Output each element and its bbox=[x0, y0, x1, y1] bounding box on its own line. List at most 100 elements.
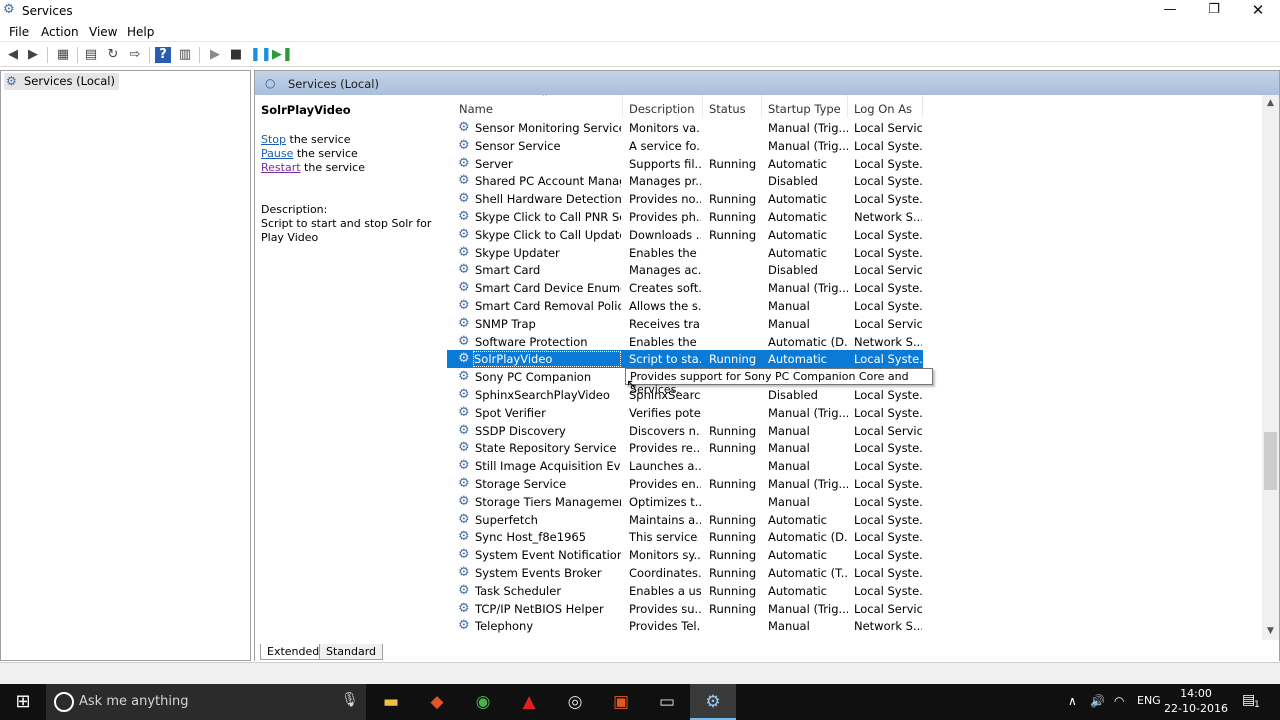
table-row[interactable]: ⚙ System Event Notification S... Monitors … bbox=[447, 546, 923, 564]
restart-link[interactable]: Restart bbox=[261, 161, 301, 174]
menu-action[interactable]: Action bbox=[41, 25, 79, 39]
table-row[interactable]: ⚙ Telephony Provides Tel... Manual Network S… bbox=[447, 617, 923, 635]
file-explorer-icon[interactable]: ▬ bbox=[368, 684, 414, 720]
scroll-up-icon[interactable]: ▲ bbox=[1262, 95, 1279, 112]
table-row[interactable]: ⚙ Superfetch Maintains a... Running Automati… bbox=[447, 511, 923, 529]
forward-arrow-icon[interactable]: ▶ bbox=[25, 47, 41, 63]
minimize-button[interactable]: — bbox=[1148, 0, 1192, 22]
table-row[interactable]: ⚙ Smart Card Manages ac... Disabled Local Se… bbox=[447, 261, 923, 279]
table-row[interactable]: ⚙SphinxSearchPlayVideoSphinxSearc...Disa… bbox=[447, 386, 923, 404]
column-header-log-on-as[interactable]: Log On As bbox=[848, 95, 923, 117]
service-gear-icon: ⚙ bbox=[458, 529, 470, 545]
search-placeholder: Ask me anything bbox=[79, 694, 189, 709]
table-row[interactable]: ⚙ SNMP Trap Receives tra... Manual Local Ser… bbox=[447, 315, 923, 333]
github-desktop-icon[interactable]: ◎ bbox=[552, 684, 598, 720]
pause-link[interactable]: Pause bbox=[261, 147, 293, 160]
wifi-icon[interactable]: ◠ bbox=[1114, 694, 1124, 708]
service-name: Sync Host_f8e1965 bbox=[475, 530, 587, 545]
table-row[interactable]: ⚙ System Events Broker Coordinates... Runni… bbox=[447, 564, 923, 582]
scrollbar-thumb[interactable] bbox=[1264, 432, 1277, 490]
service-status: Running bbox=[709, 583, 757, 598]
cortana-search-box[interactable]: Ask me anything 🎙 bbox=[46, 684, 366, 720]
menu-view[interactable]: View bbox=[89, 25, 117, 39]
close-button[interactable]: ✕ bbox=[1236, 0, 1280, 22]
show-hide-console-tree-icon[interactable]: ▦ bbox=[55, 47, 71, 63]
table-row[interactable]: ⚙ Skype Click to Call Updater Downloads ..… bbox=[447, 226, 923, 244]
volume-icon[interactable]: 🔊 bbox=[1090, 694, 1105, 708]
properties-icon[interactable]: ▤ bbox=[83, 47, 99, 63]
table-row[interactable]: ⚙ TCP/IP NetBIOS Helper Provides su... Runn… bbox=[447, 600, 923, 618]
menu-help[interactable]: Help bbox=[127, 25, 154, 39]
restart-action-line: Restart the service bbox=[261, 161, 365, 174]
clock[interactable]: 14:00 22-10-2016 bbox=[1164, 686, 1228, 716]
stop-link[interactable]: Stop bbox=[261, 133, 286, 146]
table-row[interactable]: ⚙ Task Scheduler Enables a us... Running Aut… bbox=[447, 582, 923, 600]
service-gear-icon: ⚙ bbox=[458, 493, 470, 509]
help-icon[interactable]: ? bbox=[155, 47, 171, 63]
windows-start-icon[interactable]: ⊞ bbox=[0, 684, 46, 720]
table-row[interactable]: ⚙ Sensor Service A service fo... Manual (Tr… bbox=[447, 137, 923, 155]
table-row[interactable]: ⚙ Storage Tiers Management Optimizes t... M… bbox=[447, 493, 923, 511]
intellij-icon[interactable]: ▣ bbox=[598, 684, 644, 720]
service-gear-icon: ⚙ bbox=[458, 137, 470, 153]
service-startup-type: Automatic bbox=[768, 192, 827, 207]
table-row[interactable]: ⚙ Spot Verifier Verifies pote... Manual (Tr… bbox=[447, 404, 923, 422]
table-row[interactable]: ⚙ Skype Click to Call PNR Ser... Provides … bbox=[447, 208, 923, 226]
table-row[interactable]: ⚙ Smart Card Device Enumera... Creates sof… bbox=[447, 279, 923, 297]
table-row[interactable]: ⚙ SSDP Discovery Discovers n... Running Manu… bbox=[447, 422, 923, 440]
service-startup-type: Automatic bbox=[768, 209, 827, 224]
table-row[interactable]: ⚙ Smart Card Removal Policy Allows the s..… bbox=[447, 297, 923, 315]
tree-item-services-local[interactable]: ⚙ Services (Local) bbox=[4, 73, 119, 90]
back-arrow-icon[interactable]: ◀ bbox=[5, 47, 21, 63]
table-row[interactable]: ⚙ Software Protection Enables the ... Autom… bbox=[447, 333, 923, 351]
extended-description-panel: SolrPlayVideo Stop the service Pause the… bbox=[255, 95, 445, 640]
chrome-icon[interactable]: ◉ bbox=[460, 684, 506, 720]
column-header-description[interactable]: Description bbox=[623, 95, 703, 117]
maximize-button[interactable]: ❐ bbox=[1192, 0, 1236, 22]
table-row[interactable]: ⚙SolrPlayVideo Script to sta... Running Aut… bbox=[447, 350, 923, 369]
service-gear-icon: ⚙ bbox=[458, 440, 470, 456]
service-name: Smart Card Removal Policy bbox=[475, 298, 621, 313]
tab-extended[interactable]: Extended bbox=[260, 644, 327, 660]
taskbar: ⊞ Ask me anything 🎙 ▬ ◆ ◉ ▲ ◎ ▣ ▭ ⚙ ∧ 🔊 … bbox=[0, 684, 1280, 720]
service-description: Manages ac... bbox=[629, 263, 701, 278]
command-prompt-icon[interactable]: ▭ bbox=[644, 684, 690, 720]
service-startup-type: Automatic bbox=[768, 583, 827, 598]
show-hide-action-pane-icon[interactable]: ▥ bbox=[177, 47, 193, 63]
language-indicator[interactable]: ENG bbox=[1137, 694, 1161, 707]
microphone-icon[interactable]: 🎙 bbox=[341, 692, 359, 708]
table-row[interactable]: ⚙ State Repository Service Provides re... R… bbox=[447, 439, 923, 457]
git-icon[interactable]: ◆ bbox=[414, 684, 460, 720]
acrobat-icon[interactable]: ▲ bbox=[506, 684, 552, 720]
vertical-scrollbar[interactable]: ▲ ▼ bbox=[1262, 95, 1279, 640]
service-log-on-as: Local Syste... bbox=[854, 476, 922, 491]
service-name: System Events Broker bbox=[475, 565, 602, 580]
restart-service-icon[interactable]: ▶❚ bbox=[272, 47, 293, 63]
table-row[interactable]: ⚙ Sensor Monitoring Service Monitors va...… bbox=[447, 119, 923, 137]
pause-service-icon[interactable]: ❚❚ bbox=[250, 47, 272, 63]
show-hidden-icons-icon[interactable]: ∧ bbox=[1068, 694, 1077, 708]
stop-service-icon[interactable]: ■ bbox=[228, 47, 244, 63]
tab-standard[interactable]: Standard bbox=[319, 644, 384, 660]
service-log-on-as: Local Syste... bbox=[854, 281, 922, 296]
scroll-down-icon[interactable]: ▼ bbox=[1262, 623, 1279, 640]
service-description: Monitors sy... bbox=[629, 548, 701, 563]
services-taskbar-icon[interactable]: ⚙ bbox=[690, 684, 736, 720]
column-header-status[interactable]: Status bbox=[703, 95, 762, 117]
refresh-icon[interactable]: ↻ bbox=[105, 47, 121, 63]
menu-file[interactable]: File bbox=[9, 25, 29, 39]
service-description: Allows the s... bbox=[629, 298, 701, 313]
description-text: Script to start and stop Solr for Play V… bbox=[261, 217, 432, 244]
table-row[interactable]: ⚙ Shared PC Account Manager Manages pr... D… bbox=[447, 172, 923, 190]
table-row[interactable]: ⚙ Skype Updater Enables the ... Automatic Lo… bbox=[447, 244, 923, 262]
table-row[interactable]: ⚙ Server Supports fil... Running Automatic Lo… bbox=[447, 155, 923, 173]
start-service-icon[interactable]: ▶ bbox=[207, 47, 223, 63]
column-header-name[interactable]: Name ⌃ bbox=[453, 95, 623, 117]
table-row[interactable]: ⚙ Still Image Acquisition Events Launches … bbox=[447, 457, 923, 475]
table-row[interactable]: ⚙ Storage Service Provides en... Running Man… bbox=[447, 475, 923, 493]
table-row[interactable]: ⚙ Shell Hardware Detection Provides no... R… bbox=[447, 190, 923, 208]
export-list-icon[interactable]: ⇨ bbox=[127, 47, 143, 63]
column-header-startup-type[interactable]: Startup Type bbox=[762, 95, 848, 117]
table-row[interactable]: ⚙ Sync Host_f8e1965 This service ... Runnin… bbox=[447, 528, 923, 546]
service-log-on-as: Local Syste... bbox=[854, 459, 922, 474]
